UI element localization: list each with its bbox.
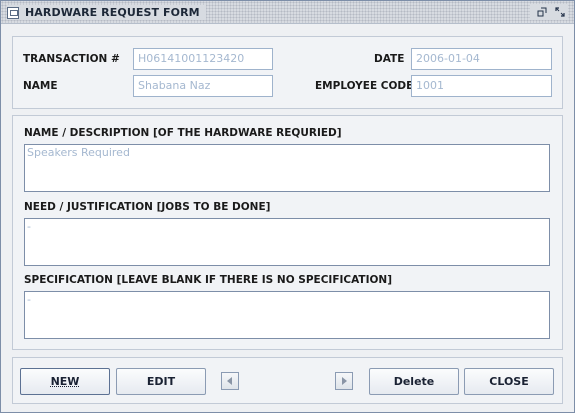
triangle-right-icon: [342, 377, 347, 385]
transaction-label: TRANSACTION #: [23, 53, 120, 65]
header-panel: TRANSACTION # H06141001123420 DATE 2006-…: [12, 36, 563, 109]
description-label: NAME / DESCRIPTION [OF THE HARDWARE REQU…: [24, 127, 342, 139]
new-button-label: NEW: [50, 375, 80, 388]
specification-textarea[interactable]: -: [24, 291, 550, 339]
title-bar[interactable]: HARDWARE REQUEST FORM: [1, 1, 574, 24]
window-title: HARDWARE REQUEST FORM: [25, 6, 200, 19]
next-record-button[interactable]: [335, 372, 353, 390]
edit-button[interactable]: EDIT: [116, 368, 206, 395]
close-button[interactable]: CLOSE: [464, 368, 554, 395]
delete-button[interactable]: Delete: [369, 368, 459, 395]
title-group: HARDWARE REQUEST FORM: [7, 5, 206, 20]
details-panel: NAME / DESCRIPTION [OF THE HARDWARE REQU…: [12, 115, 563, 350]
maximize-icon[interactable]: [552, 4, 568, 20]
transaction-field[interactable]: H06141001123420: [133, 48, 273, 70]
toolbar-panel: NEW EDIT Delete CLOSE: [12, 357, 563, 404]
employee-code-field[interactable]: 1001: [411, 75, 552, 97]
justification-label: NEED / JUSTIFICATION [JOBS TO BE DONE]: [24, 201, 271, 213]
new-button[interactable]: NEW: [20, 368, 110, 395]
triangle-left-icon: [227, 377, 232, 385]
name-field[interactable]: Shabana Naz: [133, 75, 273, 97]
window-controls: [530, 4, 568, 20]
description-textarea[interactable]: Speakers Required: [24, 144, 550, 192]
window-icon: [7, 6, 19, 19]
edit-button-label: EDIT: [146, 375, 176, 388]
previous-record-button[interactable]: [221, 372, 239, 390]
specification-label: SPECIFICATION [LEAVE BLANK IF THERE IS N…: [24, 274, 392, 286]
justification-textarea[interactable]: -: [24, 218, 550, 266]
restore-icon[interactable]: [534, 4, 550, 20]
hardware-request-window: HARDWARE REQUEST FORM TRANSACTION # H061…: [0, 0, 575, 413]
employee-code-label: EMPLOYEE CODE: [315, 80, 414, 92]
date-label: DATE: [374, 53, 405, 65]
date-field[interactable]: 2006-01-04: [411, 48, 552, 70]
name-label: NAME: [23, 80, 58, 92]
delete-button-label: Delete: [393, 375, 435, 388]
close-button-label: CLOSE: [489, 375, 529, 388]
